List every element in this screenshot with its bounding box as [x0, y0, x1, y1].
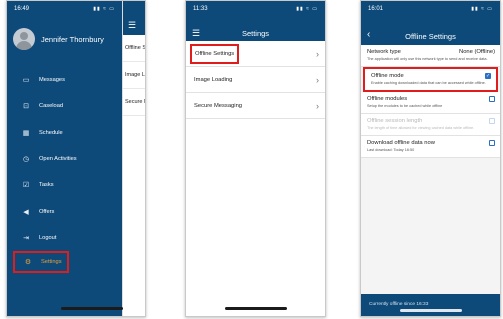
status-icons: ▮▮ ≈ ▭	[471, 6, 493, 12]
menu-item-settings[interactable]: ⚙ Settings	[13, 251, 69, 274]
menu-item-label: Caseload	[39, 103, 64, 110]
home-indicator[interactable]	[224, 307, 287, 310]
offline-mode-setting[interactable]: Offline mode Enable caching downloaded d…	[363, 67, 498, 92]
setting-label: Offline session length	[367, 118, 423, 124]
chevron-right-icon: ›	[316, 100, 319, 111]
settings-row-label: Offline Settings	[190, 43, 240, 64]
gear-icon: ⚙	[24, 259, 32, 267]
hamburger-menu-icon[interactable]: ☰	[128, 20, 136, 31]
status-bar: 11:33 ▮▮ ≈ ▭	[186, 1, 325, 17]
offline-modules-checkbox[interactable]	[489, 96, 495, 102]
menu-item-label: Messages	[39, 77, 65, 84]
home-indicator[interactable]	[399, 309, 462, 312]
offline-status-footer: Currently offline since 16:33	[361, 294, 500, 316]
underlying-row: Image Lo	[123, 62, 145, 89]
menu-item-label: Logout	[39, 234, 57, 241]
setting-label: Network type	[367, 49, 401, 55]
status-bar: 16:01 ▮▮ ≈ ▭	[361, 1, 500, 17]
status-icons: ▮▮ ≈ ▭	[296, 6, 318, 12]
setting-description: Setup the modules to be cached while off…	[367, 104, 443, 108]
megaphone-icon: ◀	[23, 208, 29, 216]
menu-item-tasks[interactable]: ☑ Tasks	[7, 172, 122, 198]
clock-icon: ◷	[22, 156, 30, 164]
offline-settings-header: 16:01 ▮▮ ≈ ▭ ‹ Offline Settings	[361, 1, 500, 45]
chevron-right-icon: ›	[316, 74, 319, 85]
menu-item-label: Schedule	[39, 129, 63, 136]
logout-icon: ⇥	[23, 234, 29, 242]
underlying-row: Secure M	[123, 89, 145, 116]
menu-item-logout[interactable]: ⇥ Logout	[7, 225, 122, 251]
menu-item-offers[interactable]: ◀ Offers	[7, 198, 122, 224]
setting-description: The application will only use this netwo…	[367, 57, 488, 61]
page-title: Settings	[241, 29, 270, 38]
avatar	[13, 28, 35, 50]
menu-item-messages[interactable]: ▭ Messages	[7, 67, 122, 93]
menu-item-label: Tasks	[39, 182, 54, 189]
chevron-right-icon: ›	[316, 48, 319, 59]
nav-menu: ▭ Messages ⊡ Caseload ▦ Schedule ◷ Open …	[7, 67, 122, 274]
network-type-setting[interactable]: Network type None (Offline) The applicat…	[361, 45, 500, 67]
menu-item-label: Settings	[41, 259, 62, 266]
setting-label: Offline modules	[367, 96, 408, 102]
menu-item-label: Open Activities	[39, 156, 77, 163]
setting-description: The length of time allowed for viewing c…	[367, 126, 475, 130]
phone-offline-settings: 16:01 ▮▮ ≈ ▭ ‹ Offline Settings Network …	[360, 0, 501, 317]
status-bar: 16:49 ▮▮ ≈ ▭	[7, 1, 122, 17]
status-time: 16:49	[14, 6, 30, 12]
status-time: 16:01	[368, 6, 384, 12]
settings-row-label: Image Loading	[194, 76, 233, 83]
caseload-icon: ⊡	[23, 103, 29, 111]
settings-row-label: Secure Messaging	[194, 102, 243, 109]
download-now-checkbox[interactable]	[489, 140, 495, 146]
network-type-value[interactable]: None (Offline)	[459, 49, 495, 55]
underlying-screen[interactable]: ☰ Offline S Image Lo Secure M	[122, 1, 145, 316]
home-indicator[interactable]	[61, 307, 123, 310]
settings-header: 11:33 ▮▮ ≈ ▭ ☰ Settings	[186, 1, 325, 41]
last-download-text: Last download: Today 16:50	[367, 148, 415, 152]
status-icons: ▮▮ ≈ ▭	[93, 6, 115, 12]
profile-header[interactable]: Jennifer Thornbury	[7, 17, 122, 55]
settings-row-secure-messaging[interactable]: Secure Messaging ›	[186, 93, 325, 119]
chat-icon: ▭	[22, 77, 30, 85]
page-title: Offline Settings	[405, 32, 456, 41]
setting-description: Enable caching downloaded data that can …	[371, 81, 486, 85]
offline-session-length-setting: Offline session length The length of tim…	[361, 114, 500, 136]
session-length-checkbox	[489, 118, 495, 124]
underlying-row: Offline S	[123, 35, 145, 62]
menu-item-schedule[interactable]: ▦ Schedule	[7, 120, 122, 146]
download-offline-data-setting[interactable]: Download offline data now Last download:…	[361, 136, 500, 158]
menu-item-caseload[interactable]: ⊡ Caseload	[7, 93, 122, 119]
settings-row-offline[interactable]: Offline Settings ›	[186, 41, 325, 67]
settings-row-image-loading[interactable]: Image Loading ›	[186, 67, 325, 93]
menu-item-label: Offers	[39, 208, 55, 215]
offline-modules-setting[interactable]: Offline modules Setup the modules to be …	[361, 92, 500, 114]
calendar-icon: ▦	[22, 129, 30, 137]
setting-label: Download offline data now	[367, 140, 435, 146]
offline-mode-checkbox[interactable]	[485, 73, 491, 79]
tasks-icon: ☑	[22, 182, 30, 190]
phone-nav-drawer: 16:49 ▮▮ ≈ ▭ Jennifer Thornbury ▭ Messag…	[6, 0, 146, 317]
nav-drawer: 16:49 ▮▮ ≈ ▭ Jennifer Thornbury ▭ Messag…	[7, 1, 122, 316]
user-name: Jennifer Thornbury	[41, 34, 104, 44]
status-time: 11:33	[193, 6, 208, 12]
menu-item-open-activities[interactable]: ◷ Open Activities	[7, 146, 122, 172]
setting-label: Offline mode	[371, 73, 404, 79]
underlying-header: ☰	[123, 1, 145, 35]
phone-settings: 11:33 ▮▮ ≈ ▭ ☰ Settings Offline Settings…	[185, 0, 326, 317]
